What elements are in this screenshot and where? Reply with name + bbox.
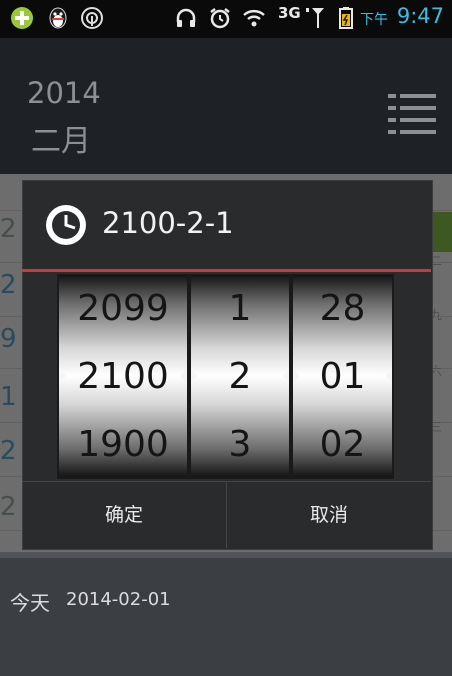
clock-icon <box>46 205 86 245</box>
wifi-icon <box>243 10 265 27</box>
today-date: 2014-02-01 <box>66 589 171 610</box>
qq-penguin-icon <box>49 7 67 29</box>
time-period: 下午 <box>360 12 388 28</box>
day-wheel-prev[interactable]: 28 <box>293 288 392 329</box>
dialog-title: 2100-2-1 <box>102 206 234 240</box>
status-bar: 3G 下午 9:47 <box>0 0 452 38</box>
dialog-title-divider <box>22 269 431 272</box>
header-month[interactable]: 二月 <box>31 116 91 160</box>
selection-marker-icon <box>59 370 66 382</box>
selection-marker-icon <box>180 370 187 382</box>
selection-marker-icon <box>385 370 392 382</box>
headphones-icon <box>176 8 196 27</box>
battery-icon <box>339 7 353 29</box>
month-wheel-next[interactable]: 3 <box>191 424 289 465</box>
header-year[interactable]: 2014 <box>27 76 101 110</box>
year-wheel-selected[interactable]: 2100 <box>59 356 187 397</box>
day-wheel-selected[interactable]: 01 <box>293 356 392 397</box>
plus-circle-icon <box>11 7 33 29</box>
signal-icon <box>306 8 324 28</box>
year-wheel-prev[interactable]: 2099 <box>59 288 187 329</box>
year-wheel-next[interactable]: 1900 <box>59 424 187 465</box>
year-wheel[interactable]: 2099 2100 1900 <box>59 275 187 477</box>
selection-marker-icon <box>191 370 198 382</box>
menu-list-icon[interactable] <box>388 92 436 134</box>
broadcast-icon <box>81 7 103 29</box>
alarm-clock-icon <box>210 8 230 29</box>
selection-marker-icon <box>282 370 289 382</box>
day-wheel[interactable]: 28 01 02 <box>293 275 392 477</box>
selection-marker-icon <box>293 370 300 382</box>
today-label: 今天 <box>10 591 50 615</box>
network-type: 3G <box>278 4 301 22</box>
clock-time: 9:47 <box>396 4 444 28</box>
day-wheel-next[interactable]: 02 <box>293 424 392 465</box>
cancel-button[interactable]: 取消 <box>227 482 431 548</box>
confirm-button[interactable]: 确定 <box>22 482 226 548</box>
month-wheel-prev[interactable]: 1 <box>191 288 289 329</box>
month-wheel[interactable]: 1 2 3 <box>191 275 289 477</box>
today-panel <box>0 552 452 676</box>
month-wheel-selected[interactable]: 2 <box>191 356 289 397</box>
